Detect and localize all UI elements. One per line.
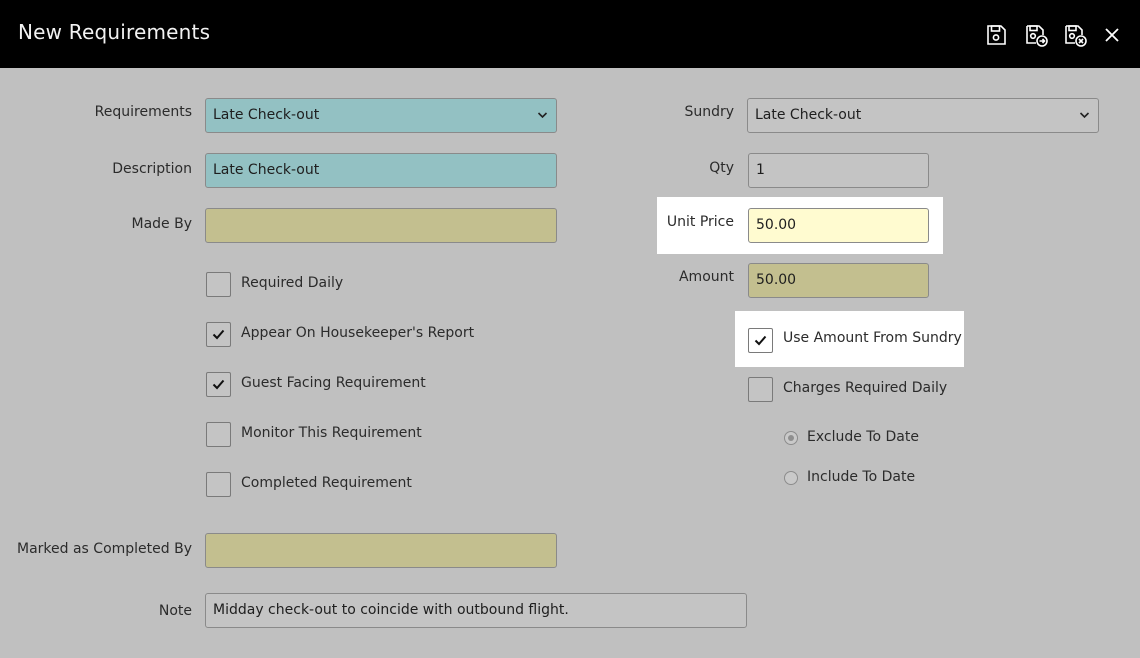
unit-price-input[interactable]: 50.00 (748, 208, 929, 243)
amount-input[interactable]: 50.00 (748, 263, 929, 298)
qty-label: Qty (709, 160, 734, 176)
requirements-value: Late Check-out (213, 107, 320, 123)
title-bar: New Requirements (0, 0, 1140, 68)
marked-completed-by-label: Marked as Completed By (17, 541, 192, 557)
guest-facing-label: Guest Facing Requirement (241, 375, 426, 391)
checkmark-icon (754, 335, 767, 346)
close-icon[interactable] (1099, 22, 1125, 48)
monitor-label: Monitor This Requirement (241, 425, 422, 441)
exclude-to-date-label: Exclude To Date (807, 429, 919, 445)
appear-on-report-checkbox[interactable] (206, 322, 231, 347)
save-and-continue-icon[interactable] (1023, 22, 1049, 48)
exclude-to-date-radio[interactable] (784, 431, 798, 445)
use-amount-from-sundry-label: Use Amount From Sundry (783, 330, 962, 346)
completed-label: Completed Requirement (241, 475, 412, 491)
include-to-date-radio[interactable] (784, 471, 798, 485)
note-label: Note (158, 603, 192, 619)
sundry-label: Sundry (684, 104, 734, 120)
monitor-checkbox[interactable] (206, 422, 231, 447)
unit-price-label: Unit Price (666, 214, 734, 230)
chevron-down-icon (1079, 99, 1090, 132)
note-input[interactable]: Midday check-out to coincide with outbou… (205, 593, 747, 628)
amount-label: Amount (678, 269, 734, 285)
completed-checkbox[interactable] (206, 472, 231, 497)
made-by-label: Made By (131, 216, 193, 232)
charges-required-daily-checkbox[interactable] (748, 377, 773, 402)
window-title: New Requirements (18, 20, 211, 44)
qty-input[interactable]: 1 (748, 153, 929, 188)
made-by-input[interactable] (205, 208, 557, 243)
requirements-label: Requirements (94, 104, 192, 120)
marked-completed-by-input[interactable] (205, 533, 557, 568)
sundry-value: Late Check-out (755, 107, 862, 123)
description-input[interactable]: Late Check-out (205, 153, 557, 188)
checkmark-icon (212, 329, 225, 340)
appear-on-report-label: Appear On Housekeeper's Report (241, 325, 475, 341)
chevron-down-icon (537, 99, 548, 132)
required-daily-label: Required Daily (241, 275, 344, 291)
required-daily-checkbox[interactable] (206, 272, 231, 297)
use-amount-from-sundry-checkbox[interactable] (748, 328, 773, 353)
charges-required-daily-label: Charges Required Daily (783, 380, 948, 396)
save-and-close-icon[interactable] (1062, 22, 1088, 48)
guest-facing-checkbox[interactable] (206, 372, 231, 397)
save-icon[interactable] (983, 22, 1009, 48)
description-label: Description (112, 161, 192, 177)
include-to-date-label: Include To Date (807, 469, 916, 485)
checkmark-icon (212, 379, 225, 390)
requirements-select[interactable]: Late Check-out (205, 98, 557, 133)
sundry-select[interactable]: Late Check-out (747, 98, 1099, 133)
